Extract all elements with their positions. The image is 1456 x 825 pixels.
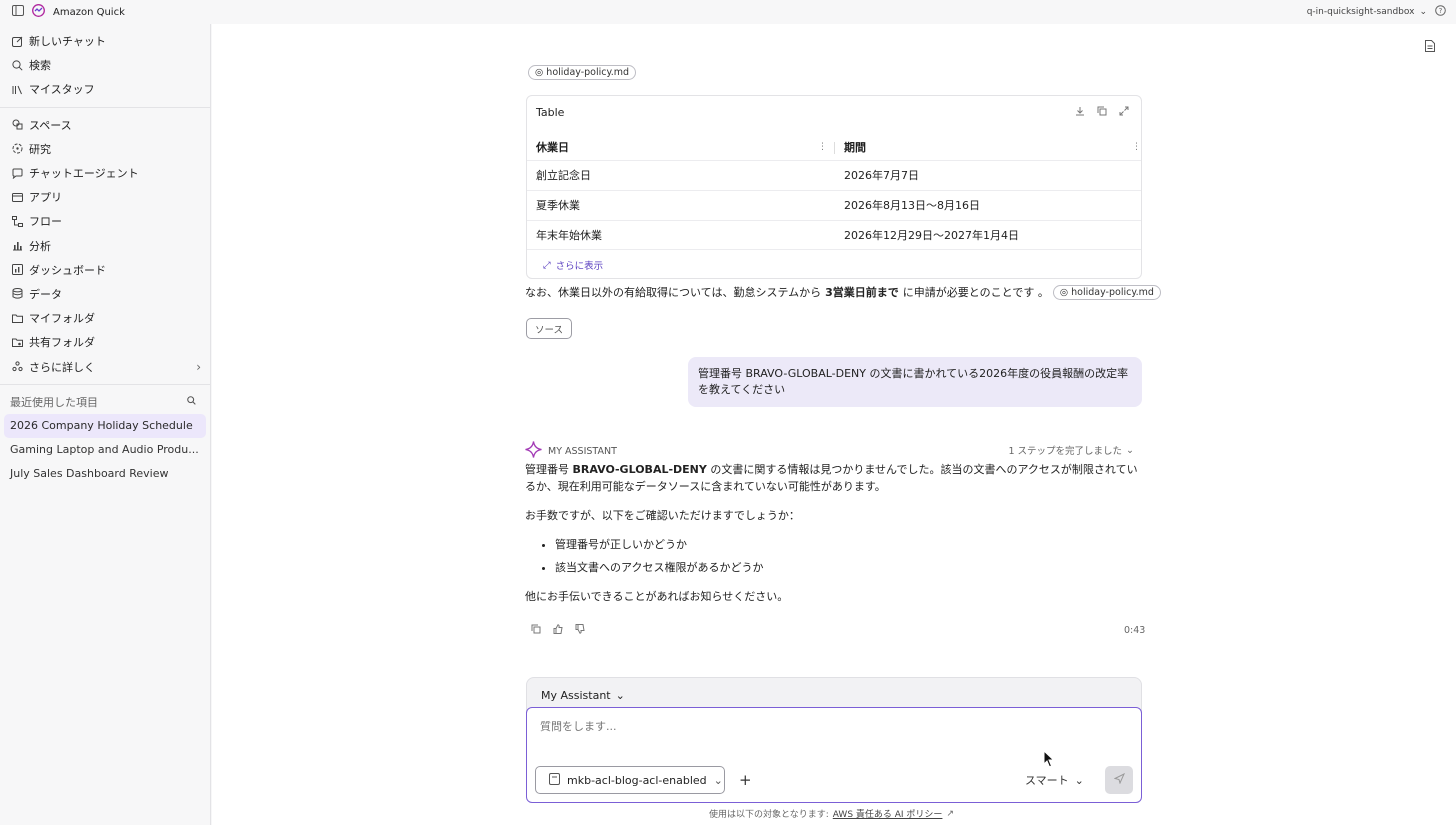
sidebar-item-my-folder[interactable]: マイフォルダ [0, 306, 210, 330]
help-icon[interactable]: ? [1435, 5, 1446, 19]
table-row: 年末年始休業 2026年12月29日～2027年1月4日 [527, 220, 1141, 250]
top-bar: Amazon Quick q-in-quicksight-sandbox ⌄ ? [0, 0, 1456, 24]
composer: My Assistant⌄ mkb-acl-blog-acl-enabled ⌄… [526, 677, 1142, 803]
show-more-link[interactable]: ⤢ さらに表示 [543, 258, 603, 273]
send-button[interactable] [1105, 766, 1133, 794]
sidebar-item-data[interactable]: データ [0, 282, 210, 306]
sidebar-item-apps[interactable]: アプリ [0, 185, 210, 209]
policy-link[interactable]: AWS 責任ある AI ポリシー [833, 807, 943, 820]
recent-item[interactable]: July Sales Dashboard Review [4, 462, 206, 486]
chevron-down-icon: ⌄ [1074, 773, 1084, 787]
chevron-down-icon: ⌄ [1126, 444, 1134, 456]
database-icon [12, 288, 23, 300]
sidebar-item-shared-folder[interactable]: 共有フォルダ [0, 330, 210, 354]
recent-item[interactable]: 2026 Company Holiday Schedule [4, 413, 206, 438]
question-input[interactable] [540, 720, 1130, 733]
link-icon: ◎ [535, 67, 544, 78]
chevron-down-icon: ⌄ [1419, 7, 1427, 17]
link-icon: ◎ [1059, 286, 1069, 298]
column-menu-icon[interactable]: ⋮ [1132, 142, 1141, 152]
sidebar-item-flows[interactable]: フロー [0, 209, 210, 233]
send-icon [1113, 772, 1125, 787]
chevron-down-icon: ⌄ [615, 688, 625, 702]
assistant-header: MY ASSISTANT [525, 441, 617, 461]
document-icon[interactable] [1425, 40, 1435, 55]
footer-disclaimer: 使用は以下の対象となります: AWS 責任ある AI ポリシー ↗ [709, 807, 954, 821]
assistant-message: 管理番号 BRAVO-GLOBAL-DENY の文書に関する情報は見つかりません… [525, 461, 1145, 617]
list-item: 管理番号が正しいかどうか [555, 536, 1145, 553]
copy-icon[interactable] [531, 624, 541, 637]
chevron-right-icon: › [196, 359, 201, 374]
column-divider [834, 142, 835, 154]
sidebar-divider [0, 383, 210, 385]
app-icon [12, 192, 23, 203]
search-icon[interactable] [187, 395, 196, 408]
table-row: 夏季休業 2026年8月13日～8月16日 [527, 190, 1141, 220]
column-menu-icon[interactable]: ⋮ [818, 142, 827, 152]
column-header[interactable]: 休業日 [536, 135, 569, 161]
sidebar-item-dashboard[interactable]: ダッシュボード [0, 258, 210, 282]
datasource-icon [549, 772, 560, 788]
user-message: 管理番号 BRAVO-GLOBAL-DENY の文書に書かれている2026年度の… [688, 357, 1142, 407]
sidebar-item-search[interactable]: 検索 [0, 53, 210, 77]
chat-agent-icon [12, 168, 23, 179]
sidebar-item-new-chat[interactable]: 新しいチャット [0, 29, 210, 53]
column-header[interactable]: 期間 [844, 135, 866, 161]
sidebar-item-more[interactable]: さらに詳しく › [0, 354, 210, 378]
edit-icon [12, 36, 23, 47]
source-chip[interactable]: ◎ holiday-policy.md [528, 65, 637, 80]
account-selector[interactable]: q-in-quicksight-sandbox ⌄ [1307, 7, 1427, 17]
copy-icon[interactable] [1097, 106, 1107, 119]
app-title: Amazon Quick [53, 6, 125, 18]
table-card: Table 休業日 ⋮ 期間 ⋮ 創立記念日 2026年7月7日 夏季休業 2026… [526, 95, 1142, 279]
folder-icon [12, 313, 23, 324]
source-chip[interactable]: ◎ holiday-policy.md [1052, 284, 1161, 300]
flow-icon [12, 215, 23, 227]
svg-text:?: ? [1439, 7, 1443, 15]
add-icon[interactable]: + [739, 771, 752, 789]
dashboard-icon [12, 264, 23, 276]
chevron-down-icon: ⌄ [713, 773, 723, 787]
sidebar-item-my-stuff[interactable]: マイスタッフ [0, 77, 210, 101]
analysis-icon [12, 240, 23, 251]
sidebar-divider [0, 106, 210, 108]
table-title: Table [536, 106, 565, 119]
sidebar-item-research[interactable]: 研究 [0, 137, 210, 161]
recent-section-header: 最近使用した項目 [0, 390, 210, 414]
table-row: 創立記念日 2026年7月7日 [527, 160, 1141, 190]
expand-icon[interactable] [1119, 106, 1129, 119]
recent-item[interactable]: Gaming Laptop and Audio Produ... [4, 438, 206, 462]
sidebar-item-analysis[interactable]: 分析 [0, 234, 210, 258]
more-icon [12, 361, 23, 372]
expand-icon: ⤢ [543, 259, 551, 271]
research-icon [12, 143, 23, 154]
thumbs-up-icon[interactable] [553, 624, 563, 637]
sidebar-item-spaces[interactable]: スペース [0, 113, 210, 137]
sidebar-toggle-icon[interactable] [12, 5, 24, 19]
search-icon [12, 60, 23, 71]
response-time: 0:43 [1124, 625, 1146, 636]
shared-folder-icon [12, 337, 23, 348]
download-icon[interactable] [1075, 106, 1085, 119]
quick-logo-icon [32, 4, 45, 20]
sidebar: 新しいチャット 検索 マイスタッフ スペース 研究 チャットエージェント アプリ… [0, 24, 211, 825]
spaces-icon [12, 119, 23, 130]
feedback-bar [531, 624, 585, 637]
sources-button[interactable]: ソース [526, 318, 572, 339]
mode-selector[interactable]: スマート ⌄ [1025, 772, 1084, 788]
external-link-icon: ↗ [946, 808, 954, 819]
mouse-cursor-icon [1043, 749, 1055, 771]
chat-main: ◎ holiday-policy.md Table 休業日 ⋮ 期間 ⋮ 創立記念… [212, 24, 1456, 825]
sidebar-item-chat-agent[interactable]: チャットエージェント [0, 161, 210, 185]
assistant-note: なお、休業日以外の有給取得については、勤怠システムから 3営業日前まで に申請が… [525, 284, 1161, 300]
list-item: 該当文書へのアクセス権限があるかどうか [555, 559, 1145, 576]
datasource-selector[interactable]: mkb-acl-blog-acl-enabled ⌄ [535, 766, 725, 794]
thumbs-down-icon[interactable] [575, 624, 585, 637]
steps-toggle[interactable]: 1 ステップを完了しました ⌄ [1008, 443, 1134, 458]
library-icon [12, 84, 23, 95]
sparkle-icon [525, 441, 542, 461]
